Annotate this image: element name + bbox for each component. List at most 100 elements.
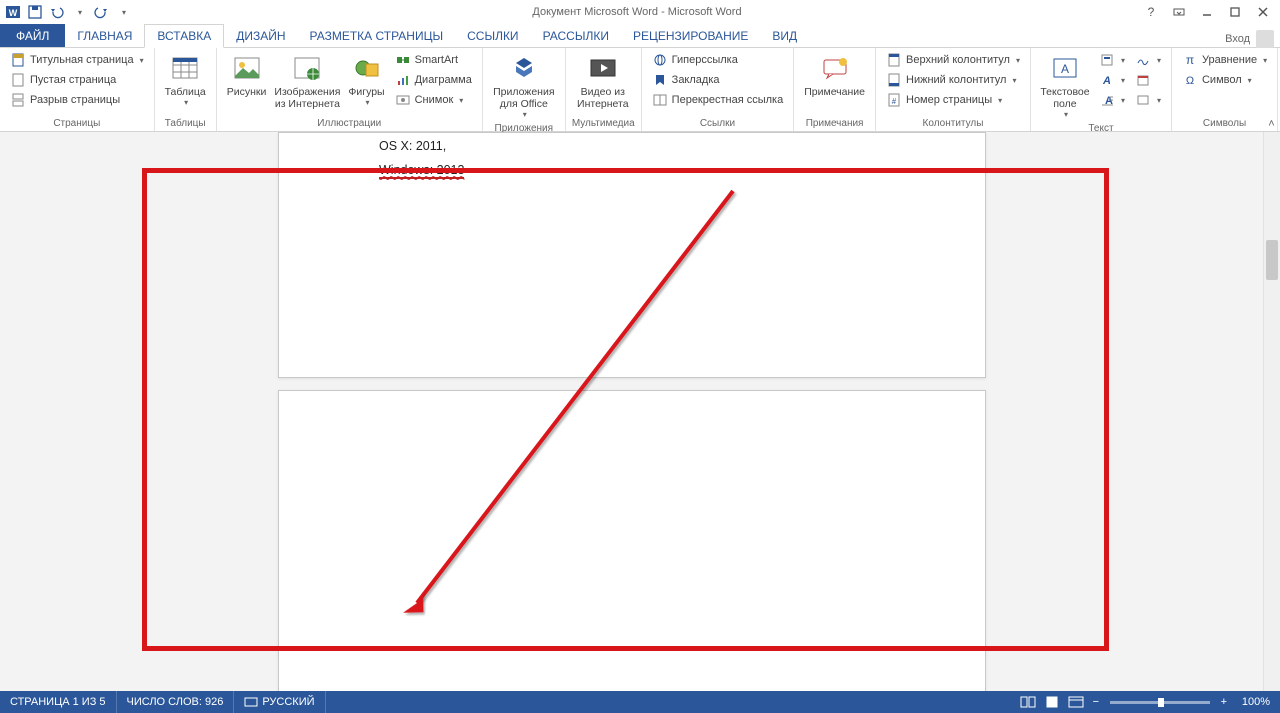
close-icon[interactable] bbox=[1254, 3, 1272, 21]
cover-page-label: Титульная страница bbox=[30, 54, 134, 66]
tab-layout[interactable]: РАЗМЕТКА СТРАНИЦЫ bbox=[298, 24, 456, 47]
tab-home[interactable]: ГЛАВНАЯ bbox=[65, 24, 144, 47]
crossref-icon bbox=[652, 92, 668, 108]
apps-button[interactable]: Приложения для Office▾ bbox=[489, 50, 559, 121]
cover-page-button[interactable]: Титульная страница▾ bbox=[6, 50, 148, 70]
signature-button[interactable]: ▾ bbox=[1131, 50, 1165, 70]
table-button[interactable]: Таблица▾ bbox=[161, 50, 210, 109]
chart-icon bbox=[395, 72, 411, 88]
textbox-icon: A bbox=[1049, 52, 1081, 84]
zoom-slider[interactable] bbox=[1110, 701, 1210, 704]
minimize-icon[interactable] bbox=[1198, 3, 1216, 21]
proofing-icon bbox=[244, 695, 258, 709]
video-icon bbox=[587, 52, 619, 84]
zoom-in-button[interactable]: + bbox=[1216, 696, 1232, 708]
hyperlink-button[interactable]: Гиперссылка bbox=[648, 50, 788, 70]
smartart-button[interactable]: SmartArt bbox=[391, 50, 476, 70]
blank-page-button[interactable]: Пустая страница bbox=[6, 70, 148, 90]
tab-insert[interactable]: ВСТАВКА bbox=[144, 24, 224, 48]
wordart-button[interactable]: A▾ bbox=[1095, 70, 1129, 90]
signin-label[interactable]: Вход bbox=[1225, 33, 1250, 45]
view-read-mode-icon[interactable] bbox=[1016, 691, 1040, 713]
tab-file[interactable]: ФАЙЛ bbox=[0, 24, 65, 47]
symbol-label: Символ bbox=[1202, 74, 1242, 86]
tab-references[interactable]: ССЫЛКИ bbox=[455, 24, 530, 47]
tab-design[interactable]: ДИЗАЙН bbox=[224, 24, 297, 47]
view-web-layout-icon[interactable] bbox=[1064, 691, 1088, 713]
textbox-label: Текстовое поле bbox=[1040, 86, 1089, 110]
footer-button[interactable]: Нижний колонтитул▾ bbox=[882, 70, 1024, 90]
undo-dropdown-icon[interactable]: ▾ bbox=[70, 3, 88, 21]
zoom-out-button[interactable]: − bbox=[1088, 696, 1104, 708]
window-title: Документ Microsoft Word - Microsoft Word bbox=[132, 6, 1142, 18]
header-label: Верхний колонтитул bbox=[906, 54, 1010, 66]
svg-text:A: A bbox=[1102, 75, 1111, 87]
shapes-icon bbox=[351, 52, 383, 84]
group-tables: Таблица▾ Таблицы bbox=[155, 48, 217, 131]
object-button[interactable]: ▾ bbox=[1131, 90, 1165, 110]
comment-button[interactable]: Примечание bbox=[800, 50, 869, 100]
svg-text:A: A bbox=[1061, 62, 1069, 76]
group-apps: Приложения для Office▾ Приложения bbox=[483, 48, 566, 131]
apps-icon bbox=[508, 52, 540, 84]
svg-text:#: # bbox=[892, 97, 897, 106]
redo-icon[interactable] bbox=[92, 3, 110, 21]
status-word-count[interactable]: ЧИСЛО СЛОВ: 926 bbox=[117, 691, 235, 713]
tab-review[interactable]: РЕЦЕНЗИРОВАНИЕ bbox=[621, 24, 760, 47]
pictures-label: Рисунки bbox=[227, 86, 267, 98]
tab-view[interactable]: ВИД bbox=[760, 24, 809, 47]
pictures-button[interactable]: Рисунки bbox=[223, 50, 271, 100]
document-area[interactable]: OS X: 2011, Windows: 2013 bbox=[0, 132, 1280, 691]
group-symbols-label: Символы bbox=[1178, 116, 1271, 131]
equation-button[interactable]: πУравнение▾ bbox=[1178, 50, 1271, 70]
scrollbar-thumb[interactable] bbox=[1266, 240, 1278, 280]
online-pictures-button[interactable]: Изображения из Интернета bbox=[272, 50, 342, 112]
symbol-button[interactable]: ΩСимвол▾ bbox=[1178, 70, 1271, 90]
ribbon-options-icon[interactable] bbox=[1170, 3, 1188, 21]
group-header-footer: Верхний колонтитул▾ Нижний колонтитул▾ #… bbox=[876, 48, 1031, 131]
view-print-layout-icon[interactable] bbox=[1040, 691, 1064, 713]
undo-icon[interactable] bbox=[48, 3, 66, 21]
table-icon bbox=[169, 52, 201, 84]
group-pages: Титульная страница▾ Пустая страница Разр… bbox=[0, 48, 155, 131]
datetime-button[interactable] bbox=[1131, 70, 1165, 90]
status-language[interactable]: РУССКИЙ bbox=[234, 691, 325, 713]
textbox-button[interactable]: AТекстовое поле▾ bbox=[1037, 50, 1093, 121]
quick-parts-button[interactable]: ▾ bbox=[1095, 50, 1129, 70]
header-icon bbox=[886, 52, 902, 68]
quick-access-toolbar: W ▾ ▾ bbox=[0, 3, 132, 21]
vertical-scrollbar[interactable] bbox=[1263, 132, 1280, 691]
online-video-button[interactable]: Видео из Интернета bbox=[572, 50, 634, 112]
page-2[interactable] bbox=[278, 390, 986, 691]
chart-button[interactable]: Диаграмма bbox=[391, 70, 476, 90]
tab-mailings[interactable]: РАССЫЛКИ bbox=[531, 24, 621, 47]
zoom-level[interactable]: 100% bbox=[1232, 691, 1280, 713]
header-button[interactable]: Верхний колонтитул▾ bbox=[882, 50, 1024, 70]
save-icon[interactable] bbox=[26, 3, 44, 21]
crossref-label: Перекрестная ссылка bbox=[672, 94, 784, 106]
comment-label: Примечание bbox=[804, 86, 865, 98]
signin-area[interactable]: Вход bbox=[1225, 30, 1274, 48]
screenshot-button[interactable]: Снимок▾ bbox=[391, 90, 476, 110]
qat-customize-icon[interactable]: ▾ bbox=[114, 3, 132, 21]
help-icon[interactable]: ? bbox=[1142, 3, 1160, 21]
page-number-button[interactable]: #Номер страницы▾ bbox=[882, 90, 1024, 110]
page-break-button[interactable]: Разрыв страницы bbox=[6, 90, 148, 110]
dropcap-button[interactable]: A▾ bbox=[1095, 90, 1129, 110]
apps-label: Приложения для Office bbox=[493, 86, 555, 110]
page-1[interactable]: OS X: 2011, Windows: 2013 bbox=[278, 132, 986, 378]
signature-icon bbox=[1135, 52, 1151, 68]
maximize-icon[interactable] bbox=[1226, 3, 1244, 21]
zoom-slider-thumb[interactable] bbox=[1158, 698, 1164, 707]
group-comments: Примечание Примечания bbox=[794, 48, 876, 131]
group-hf-label: Колонтитулы bbox=[882, 116, 1024, 131]
crossref-button[interactable]: Перекрестная ссылка bbox=[648, 90, 788, 110]
word-icon[interactable]: W bbox=[4, 3, 22, 21]
bookmark-button[interactable]: Закладка bbox=[648, 70, 788, 90]
avatar-icon[interactable] bbox=[1256, 30, 1274, 48]
shapes-button[interactable]: Фигуры▾ bbox=[344, 50, 388, 109]
quick-parts-icon bbox=[1099, 52, 1115, 68]
screenshot-icon bbox=[395, 92, 411, 108]
collapse-ribbon-icon[interactable]: ˄ bbox=[1265, 118, 1278, 131]
status-page[interactable]: СТРАНИЦА 1 ИЗ 5 bbox=[0, 691, 117, 713]
